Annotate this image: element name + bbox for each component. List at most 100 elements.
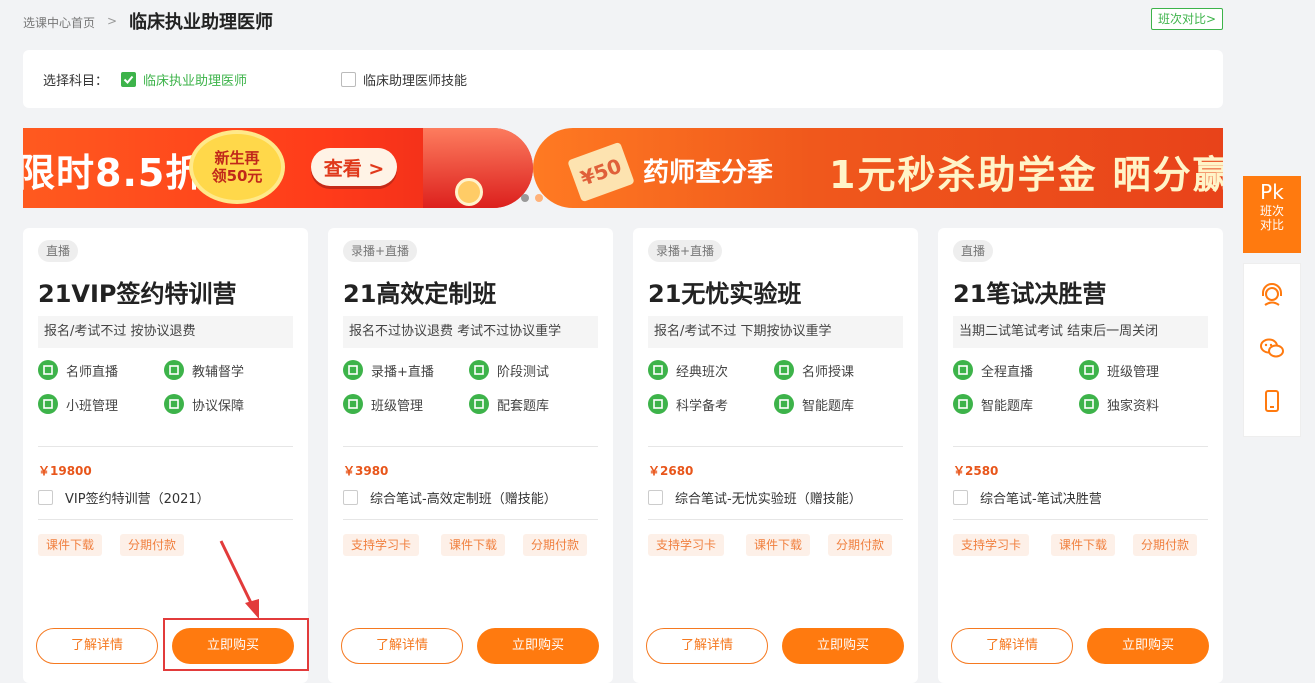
promo-banner-right[interactable]: ¥50 药师查分季 1元秒杀助学金 晒分赢 [533,128,1223,208]
banner-view-button[interactable]: 查看 > [311,148,397,186]
promo-banner-left[interactable]: 限时8.5折 新生再 领50元 查看 > [23,128,533,208]
feature-icon [1079,360,1099,380]
feature-item: 班级管理 [1079,360,1159,380]
banner-newbie-badge: 新生再 领50元 [193,134,281,200]
product-option[interactable]: 综合笔试-无忧实验班（赠技能） [648,488,862,507]
product-label: 综合笔试-高效定制班（赠技能） [370,492,557,507]
feature-label: 协议保障 [192,398,245,414]
feature-item: 配套题库 [469,394,549,414]
course-subtitle: 报名不过协议退费 考试不过协议重学 [343,316,598,348]
customer-service-icon[interactable] [1259,282,1285,312]
product-option[interactable]: 综合笔试-高效定制班（赠技能） [343,488,557,507]
product-option[interactable]: 综合笔试-笔试决胜营 [953,488,1102,507]
feature-label: 智能题库 [802,398,855,414]
breadcrumb-separator: > [107,14,118,28]
service-chip: 分期付款 [120,534,185,556]
banner-discount-text: 限时8.5折 [23,151,205,195]
service-chip: 课件下载 [1051,534,1116,556]
divider [953,519,1208,520]
service-chip: 支持学习卡 [953,534,1030,556]
course-type-tag: 录播+直播 [343,240,418,262]
subject-option-practicing-assistant[interactable]: 临床执业助理医师 [121,70,247,89]
pk-compare-button[interactable]: Pk 班次 对比 [1243,176,1301,253]
divider [38,519,293,520]
badge-line: 新生再 [214,149,260,167]
feature-item: 智能题库 [774,394,854,414]
feature-icon [38,360,58,380]
divider [648,446,903,447]
feature-icon [648,394,668,414]
checkbox-icon[interactable] [341,72,356,87]
subject-selector: 选择科目： 临床执业助理医师 临床助理医师技能 [23,50,1223,108]
top-bar: 选课中心首页 > 临床执业助理医师 班次对比> [23,8,1223,34]
feature-item: 全程直播 [953,360,1033,380]
buy-now-button[interactable]: 立即购买 [477,628,599,664]
feature-item: 小班管理 [38,394,118,414]
carousel-dot[interactable] [521,194,529,202]
banner-title: 药师查分季 [643,158,774,188]
checkbox-icon[interactable] [648,490,663,505]
checkbox-icon[interactable] [343,490,358,505]
course-card: 直播 21VIP签约特训营 报名/考试不过 按协议退费 名师直播 教辅督学 小班… [23,228,308,683]
feature-icon [164,394,184,414]
learn-more-button[interactable]: 了解详情 [951,628,1073,664]
learn-more-button[interactable]: 了解详情 [341,628,463,664]
course-subtitle: 报名/考试不过 按协议退费 [38,316,293,348]
service-chip: 分期付款 [1133,534,1198,556]
carousel-dot-active[interactable] [535,194,543,202]
feature-item: 班级管理 [343,394,423,414]
subject-option-skills[interactable]: 临床助理医师技能 [341,70,467,89]
course-title: 21无忧实验班 [648,280,802,308]
feature-label: 名师直播 [66,364,119,380]
product-option[interactable]: VIP签约特训营（2021） [38,488,210,507]
sidebar-tools [1243,263,1301,437]
service-chip: 支持学习卡 [648,534,725,556]
breadcrumb-home[interactable]: 选课中心首页 [23,14,95,31]
divider [343,446,598,447]
learn-more-button[interactable]: 了解详情 [646,628,768,664]
compare-classes-link[interactable]: 班次对比> [1150,8,1223,30]
feature-label: 班级管理 [371,398,424,414]
course-price: ￥3980 [343,464,389,478]
feature-icon [953,394,973,414]
promo-banner-carousel[interactable]: 限时8.5折 新生再 领50元 查看 > ¥50 药师查分季 1元秒杀助学金 晒… [23,128,1223,208]
course-type-tag: 直播 [953,240,994,262]
course-price: ￥2580 [953,464,999,478]
divider [648,519,903,520]
pk-icon: Pk [1260,180,1284,204]
carousel-dots [521,194,543,202]
course-type-tag: 录播+直播 [648,240,723,262]
learn-more-button[interactable]: 了解详情 [36,628,158,664]
feature-icon [469,360,489,380]
feature-item: 科学备考 [648,394,728,414]
feature-item: 经典班次 [648,360,728,380]
annotation-highlight-box [163,618,309,671]
course-subtitle: 报名/考试不过 下期按协议重学 [648,316,903,348]
buy-now-button[interactable]: 立即购买 [782,628,904,664]
feature-label: 阶段测试 [497,364,550,380]
checkbox-checked-icon[interactable] [121,72,136,87]
service-chip: 支持学习卡 [343,534,420,556]
checkbox-icon[interactable] [953,490,968,505]
feature-label: 教辅督学 [192,364,245,380]
feature-item: 名师直播 [38,360,118,380]
feature-item: 协议保障 [164,394,244,414]
feature-label: 科学备考 [676,398,729,414]
feature-label: 经典班次 [676,364,729,380]
feature-label: 全程直播 [981,364,1034,380]
wechat-icon[interactable] [1259,335,1285,365]
subject-option-label: 临床执业助理医师 [143,74,248,89]
feature-icon [343,394,363,414]
feature-icon [164,360,184,380]
feature-item: 录播+直播 [343,360,434,380]
pk-label: 对比 [1259,218,1284,232]
feature-label: 独家资料 [1107,398,1160,414]
checkbox-icon[interactable] [38,490,53,505]
feature-label: 录播+直播 [371,364,434,380]
course-title: 21VIP签约特训营 [38,280,237,308]
mobile-phone-icon[interactable] [1259,388,1285,418]
feature-icon [343,360,363,380]
divider [38,446,293,447]
buy-now-button[interactable]: 立即购买 [1087,628,1209,664]
feature-label: 智能题库 [981,398,1034,414]
